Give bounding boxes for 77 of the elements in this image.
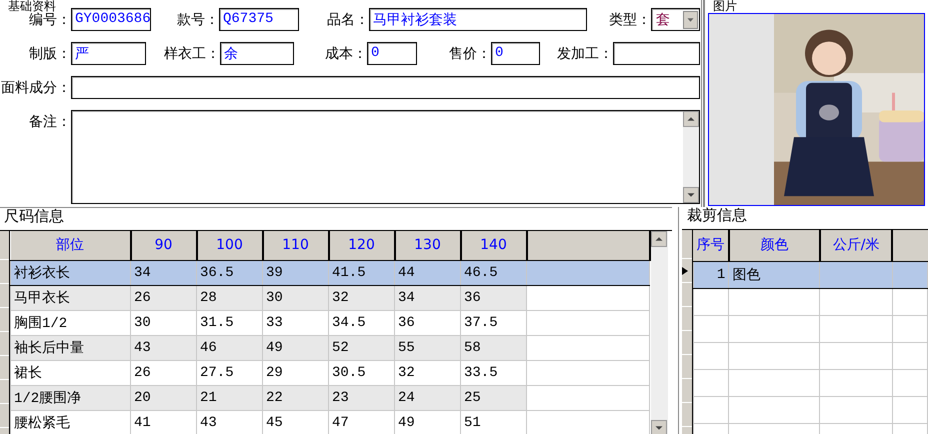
table-cell: 马甲衣长 — [10, 285, 130, 310]
group-title: 图片 — [712, 0, 738, 13]
field-label: 制版： — [28, 44, 71, 62]
table-cell: 37.5 — [460, 310, 526, 335]
table-cell: 26 — [130, 360, 196, 385]
field-label: 发加工： — [556, 44, 613, 62]
table-cell: 36.5 — [196, 260, 262, 285]
input-field[interactable]: GY0003686 — [71, 8, 151, 31]
table-cell: 52 — [328, 335, 394, 360]
column-header[interactable]: 颜色 — [728, 230, 820, 262]
table-cell: 30 — [262, 285, 328, 310]
table-cell: 28 — [196, 285, 262, 310]
table-cell: 裙长 — [10, 360, 130, 385]
table-cell: 衬衫衣长 — [10, 260, 130, 285]
input-field[interactable]: 马甲衬衫套装 — [369, 8, 587, 31]
field-label: 成本： — [324, 44, 367, 62]
table-cell: 33 — [262, 310, 328, 335]
input-field[interactable]: Q67375 — [219, 8, 299, 31]
field-label: 款号： — [176, 10, 219, 28]
field-label: 样衣工： — [163, 44, 220, 62]
field-label: 类型： — [608, 10, 651, 28]
table-cell: 31.5 — [196, 310, 262, 335]
column-header[interactable]: 90 — [130, 231, 196, 260]
table-cell: 腰松紧毛 — [10, 410, 130, 434]
column-header[interactable]: 120 — [328, 231, 394, 260]
table-cell: 36 — [394, 310, 460, 335]
table-cell: 胸围1/2 — [10, 310, 130, 335]
table-cell: 39 — [262, 260, 328, 285]
table-cell: 46 — [196, 335, 262, 360]
column-header[interactable]: 100 — [196, 231, 262, 260]
table-cell: 34 — [394, 285, 460, 310]
table-cell: 55 — [394, 335, 460, 360]
column-header[interactable]: 130 — [394, 231, 460, 260]
table-cell: 44 — [394, 260, 460, 285]
table-cell: 34.5 — [328, 310, 394, 335]
table-cell: 27.5 — [196, 360, 262, 385]
table-cell: 21 — [196, 385, 262, 410]
table-cell: 23 — [328, 385, 394, 410]
table-cell: 20 — [130, 385, 196, 410]
table-cell: 36 — [460, 285, 526, 310]
field-label: 品名： — [326, 10, 369, 28]
input-field[interactable]: 0 — [491, 42, 540, 65]
table-cell: 袖长后中量 — [10, 335, 130, 360]
type-dropdown[interactable]: 套 — [651, 8, 700, 31]
input-field[interactable]: 严 — [71, 42, 146, 65]
table-cell: 32 — [328, 285, 394, 310]
table-cell: 25 — [460, 385, 526, 410]
table-cell: 26 — [130, 285, 196, 310]
table-cell: 22 — [262, 385, 328, 410]
table-cell: 30.5 — [328, 360, 394, 385]
field-label: 售价： — [448, 44, 491, 62]
table-cell: 41.5 — [328, 260, 394, 285]
column-header[interactable]: 140 — [460, 231, 526, 260]
table-cell: 图色 — [728, 261, 820, 288]
column-header[interactable]: 部位 — [10, 231, 130, 260]
table-cell: 33.5 — [460, 360, 526, 385]
input-field[interactable]: 余 — [220, 42, 294, 65]
table-cell: 29 — [262, 360, 328, 385]
table-cell: 1 — [693, 261, 729, 288]
table-cell: 34 — [130, 260, 196, 285]
column-header[interactable]: 公斤/米 — [820, 230, 892, 262]
table-cell: 49 — [262, 335, 328, 360]
group-title: 尺码信息 — [3, 208, 65, 224]
field-label: 编号： — [28, 12, 71, 28]
column-header[interactable]: 110 — [262, 231, 328, 260]
table-cell: 43 — [130, 335, 196, 360]
table-cell: 30 — [130, 310, 196, 335]
column-header[interactable]: 序号 — [693, 230, 729, 262]
input-field[interactable]: 0 — [367, 42, 417, 65]
field-label: 备注： — [28, 113, 71, 131]
table-cell: 24 — [394, 385, 460, 410]
group-title: 裁剪信息 — [686, 207, 748, 223]
field-label: 面料成分： — [0, 78, 71, 96]
table-cell: 46.5 — [460, 260, 526, 285]
table-cell: 1/2腰围净 — [10, 385, 130, 410]
table-cell: 58 — [460, 335, 526, 360]
table-cell: 32 — [394, 360, 460, 385]
